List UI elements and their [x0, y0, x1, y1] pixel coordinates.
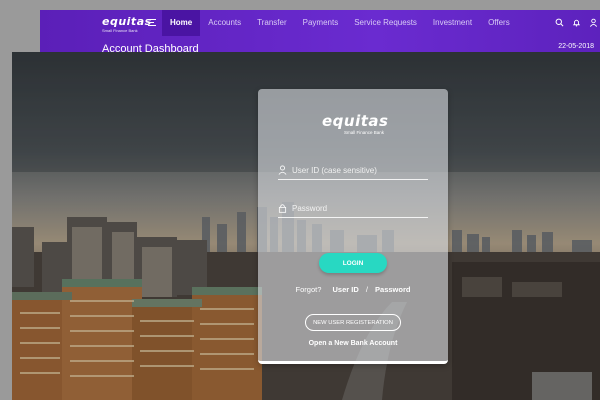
page-title: Account Dashboard — [102, 43, 199, 52]
login-button[interactable]: LOGIN — [319, 253, 387, 273]
open-bank-account-link[interactable]: Open a New Bank Account — [258, 340, 448, 347]
password-field — [278, 200, 428, 218]
dashboard-date: 22-05-2018 — [558, 43, 594, 50]
nav-item-offers[interactable]: Offers — [480, 10, 518, 36]
bell-icon[interactable] — [572, 18, 581, 27]
nav-item-accounts[interactable]: Accounts — [200, 10, 249, 36]
app-logo-subtitle: Small Finance Bank — [102, 28, 138, 33]
forgot-links: Forgot? User ID / Password — [258, 285, 448, 294]
app-header: equitas Small Finance Bank Home Accounts… — [40, 10, 600, 52]
main-nav: Home Accounts Transfer Payments Service … — [162, 10, 518, 36]
user-icon[interactable] — [589, 18, 598, 27]
password-input[interactable] — [292, 200, 428, 216]
forgot-user-id-link[interactable]: User ID — [332, 285, 358, 294]
forgot-password-link[interactable]: Password — [375, 285, 410, 294]
header-icons — [555, 18, 598, 27]
search-icon[interactable] — [555, 18, 564, 27]
nav-item-transfer[interactable]: Transfer — [249, 10, 295, 36]
nav-item-service-requests[interactable]: Service Requests — [346, 10, 425, 36]
app-logo[interactable]: equitas Small Finance Bank — [102, 15, 152, 36]
user-id-field — [278, 162, 428, 180]
app-logo-text: equitas — [102, 15, 152, 28]
bank-logo: equitas Small Finance Bank — [322, 112, 389, 136]
nav-item-investment[interactable]: Investment — [425, 10, 480, 36]
hamburger-menu-icon[interactable] — [148, 19, 156, 27]
login-card: equitas Small Finance Bank LOGIN Forgot?… — [258, 89, 448, 364]
new-user-registration-button[interactable]: NEW USER REGISTERATION — [305, 314, 401, 331]
nav-item-home[interactable]: Home — [162, 10, 201, 36]
forgot-separator: / — [365, 285, 368, 294]
bank-logo-subtitle: Small Finance Bank — [343, 130, 384, 135]
lock-icon — [278, 204, 287, 213]
forgot-label: Forgot? — [295, 285, 322, 294]
bank-logo-text: equitas — [322, 112, 389, 130]
user-id-input[interactable] — [292, 162, 428, 178]
user-icon — [278, 165, 287, 175]
nav-item-payments[interactable]: Payments — [295, 10, 347, 36]
